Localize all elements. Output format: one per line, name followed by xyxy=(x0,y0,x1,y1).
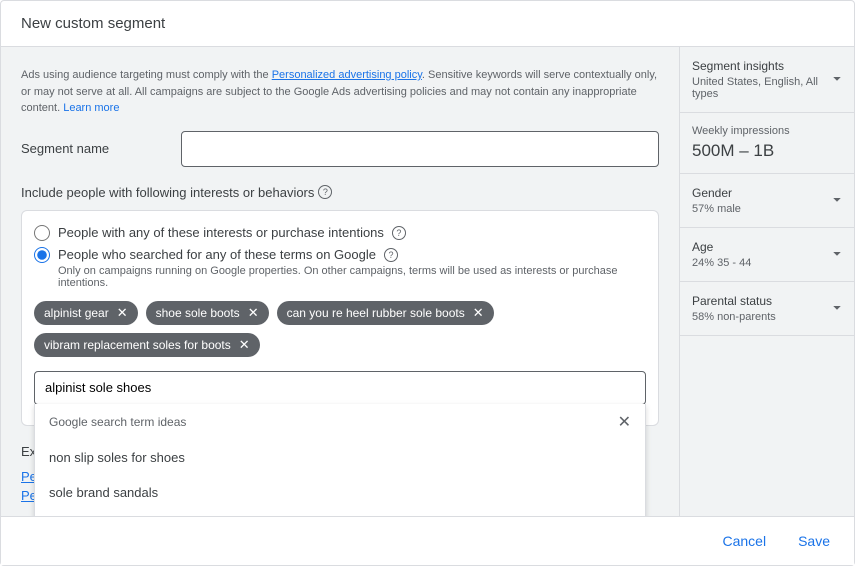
targeting-card: People with any of these interests or pu… xyxy=(21,210,659,426)
new-segment-dialog: New custom segment Ads using audience ta… xyxy=(0,0,855,566)
suggestions-dropdown: Google search term ideas ✕ non slip sole… xyxy=(34,404,646,517)
radio-searched-input[interactable] xyxy=(34,247,50,263)
disclaimer-text: Ads using audience targeting must comply… xyxy=(21,67,659,117)
segment-name-input[interactable] xyxy=(181,131,659,167)
suggestions-header-text: Google search term ideas xyxy=(49,415,186,429)
radio-interests[interactable]: People with any of these interests or pu… xyxy=(34,225,646,241)
suggestions-header: Google search term ideas ✕ xyxy=(35,404,645,440)
impressions-label: Weekly impressions xyxy=(692,125,844,137)
include-label-text: Include people with following interests … xyxy=(21,185,314,200)
chevron-down-icon[interactable] xyxy=(828,69,846,90)
chip[interactable]: vibram replacement soles for boots ✕ xyxy=(34,333,260,357)
insights-sidebar: Segment insights United States, English,… xyxy=(679,47,854,516)
insights-title: Segment insights xyxy=(692,59,844,73)
dialog-footer: Cancel Save xyxy=(1,516,854,565)
radio-interests-input[interactable] xyxy=(34,225,50,241)
gender-label: Gender xyxy=(692,186,844,200)
learn-more-link[interactable]: Learn more xyxy=(63,102,119,114)
chip-label: alpinist gear xyxy=(44,306,109,320)
insights-section: Segment insights United States, English,… xyxy=(680,47,854,113)
parental-label: Parental status xyxy=(692,294,844,308)
age-section[interactable]: Age 24% 35 - 44 xyxy=(680,228,854,282)
insights-sub: United States, English, All types xyxy=(692,76,844,100)
suggestion-item[interactable]: non slip soles for shoes xyxy=(35,440,645,475)
chip[interactable]: can you re heel rubber sole boots ✕ xyxy=(277,301,494,325)
chip[interactable]: shoe sole boots ✕ xyxy=(146,301,269,325)
impressions-section: Weekly impressions 500M – 1B xyxy=(680,113,854,174)
chevron-down-icon[interactable] xyxy=(828,298,846,319)
search-term-wrap: Google search term ideas ✕ non slip sole… xyxy=(34,371,646,405)
term-chips: alpinist gear ✕ shoe sole boots ✕ can yo… xyxy=(34,301,646,357)
suggestion-item[interactable]: sole brand sandals xyxy=(35,475,645,510)
radio-interests-label: People with any of these interests or pu… xyxy=(58,225,384,240)
disclaimer-pre: Ads using audience targeting must comply… xyxy=(21,69,272,81)
chip-label: vibram replacement soles for boots xyxy=(44,338,231,352)
chevron-down-icon[interactable] xyxy=(828,190,846,211)
chip-label: can you re heel rubber sole boots xyxy=(287,306,465,320)
parental-section[interactable]: Parental status 58% non-parents xyxy=(680,282,854,336)
chip-remove-icon[interactable]: ✕ xyxy=(248,306,259,319)
cancel-button[interactable]: Cancel xyxy=(718,527,770,555)
close-icon[interactable]: ✕ xyxy=(618,412,631,432)
gender-section[interactable]: Gender 57% male xyxy=(680,174,854,228)
policy-link[interactable]: Personalized advertising policy xyxy=(272,69,422,81)
impressions-value: 500M – 1B xyxy=(692,141,844,161)
chip-remove-icon[interactable]: ✕ xyxy=(239,338,250,351)
chip-label: shoe sole boots xyxy=(156,306,240,320)
help-icon[interactable]: ? xyxy=(384,248,398,262)
segment-name-label: Segment name xyxy=(21,141,181,156)
radio-searched[interactable]: People who searched for any of these ter… xyxy=(34,247,646,263)
help-icon[interactable]: ? xyxy=(318,185,332,199)
main-column: Ads using audience targeting must comply… xyxy=(1,47,679,516)
radio-searched-note: Only on campaigns running on Google prop… xyxy=(58,265,646,289)
chip-remove-icon[interactable]: ✕ xyxy=(473,306,484,319)
chip[interactable]: alpinist gear ✕ xyxy=(34,301,138,325)
search-term-input[interactable] xyxy=(34,371,646,405)
chip-remove-icon[interactable]: ✕ xyxy=(117,306,128,319)
include-label: Include people with following interests … xyxy=(21,185,659,200)
age-value: 24% 35 - 44 xyxy=(692,257,844,269)
segment-name-row: Segment name xyxy=(21,131,659,167)
radio-searched-label: People who searched for any of these ter… xyxy=(58,247,376,262)
chevron-down-icon[interactable] xyxy=(828,244,846,265)
dialog-body: Ads using audience targeting must comply… xyxy=(1,47,854,516)
age-label: Age xyxy=(692,240,844,254)
dialog-title: New custom segment xyxy=(1,1,854,47)
help-icon[interactable]: ? xyxy=(392,226,406,240)
save-button[interactable]: Save xyxy=(794,527,834,555)
gender-value: 57% male xyxy=(692,203,844,215)
suggestion-item[interactable]: rubber soles for shoes xyxy=(35,510,645,517)
parental-value: 58% non-parents xyxy=(692,311,844,323)
